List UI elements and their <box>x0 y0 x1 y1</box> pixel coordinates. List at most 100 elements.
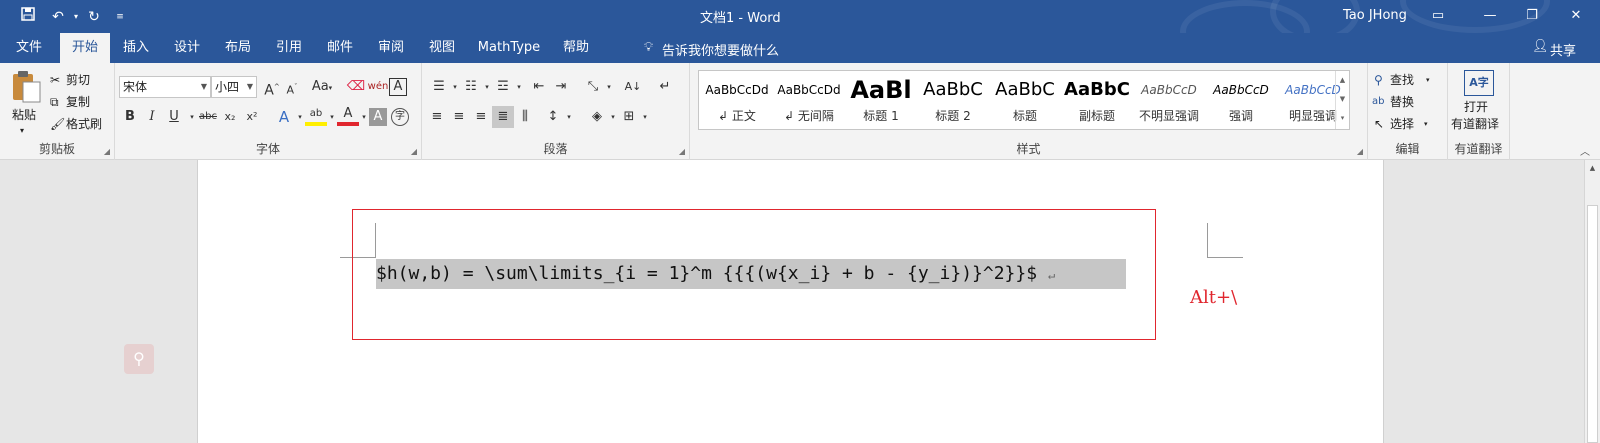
launcher-icon[interactable]: ◢ <box>104 147 110 156</box>
find-button[interactable]: 查找 <box>1390 70 1414 90</box>
style-name: 强调 <box>1228 109 1253 123</box>
launcher-icon[interactable]: ◢ <box>679 147 685 156</box>
chevron-down-icon[interactable]: ▾ <box>20 121 24 141</box>
search-icon[interactable]: ⚲ <box>124 344 154 374</box>
style-emphasis[interactable]: AaBbCcD 强调 <box>1205 71 1277 129</box>
scroll-thumb[interactable] <box>1587 205 1598 443</box>
tab-insert[interactable]: 插入 <box>114 33 158 63</box>
restore-icon[interactable]: ❐ <box>1518 6 1546 26</box>
character-border-button[interactable]: A <box>389 78 407 96</box>
superscript-button[interactable]: x² <box>241 106 263 128</box>
clear-format-icon[interactable]: ⌫ <box>345 76 367 98</box>
strikethrough-button[interactable]: abc <box>195 106 221 128</box>
replace-button[interactable]: 替换 <box>1390 92 1414 112</box>
save-icon[interactable] <box>18 7 38 27</box>
align-center-icon[interactable]: ≡ <box>448 106 470 128</box>
tab-help[interactable]: 帮助 <box>554 33 598 63</box>
tab-view[interactable]: 视图 <box>420 33 464 63</box>
launcher-icon[interactable]: ◢ <box>411 147 417 156</box>
format-painter-button[interactable]: 格式刷 <box>66 114 102 134</box>
copy-icon[interactable]: ⧉ <box>50 92 59 112</box>
tab-design[interactable]: 设计 <box>165 33 209 63</box>
chevron-down-icon[interactable]: ▾ <box>1426 70 1430 90</box>
cut-button[interactable]: 剪切 <box>66 70 90 90</box>
user-name[interactable]: Tao JHong <box>1343 8 1407 23</box>
italic-button[interactable]: I <box>141 106 163 128</box>
styles-scroll[interactable]: ▲ ▼ ▾ <box>1335 71 1349 129</box>
customize-icon[interactable]: ≡ <box>110 7 130 27</box>
style-preview: AaBbCcDd <box>705 83 769 97</box>
youdao-translate-button[interactable]: 有道翻译 <box>1451 114 1499 134</box>
font-name-combo[interactable]: 宋体 ▼ <box>119 76 211 98</box>
cursor-icon[interactable]: ↖ <box>1374 114 1384 134</box>
justify-icon[interactable]: ≣ <box>492 106 514 128</box>
launcher-icon[interactable]: ◢ <box>1357 147 1363 156</box>
close-icon[interactable]: ✕ <box>1562 6 1590 26</box>
minimize-icon[interactable]: — <box>1476 6 1504 26</box>
ribbon: 粘贴 ▾ ✂ 剪切 ⧉ 复制 🖌︎ 格式刷 剪贴板 ◢ 宋体 ▼ 小四 ▼ A^ A… <box>0 63 1600 160</box>
chevron-down-icon[interactable]: ▾ <box>508 76 530 98</box>
shrink-font-label: A <box>286 83 295 97</box>
tab-home[interactable]: 开始 <box>60 33 110 63</box>
vertical-scrollbar[interactable]: ▲ <box>1584 160 1600 443</box>
scroll-up-icon[interactable]: ▲ <box>1585 160 1600 176</box>
brush-icon[interactable]: 🖌︎ <box>50 114 65 134</box>
paragraph-group: ☰ ▾ ☷ ▾ ☲ ▾ ⇤ ⇥ ⤡ ▾ A↓ ↵ ≡ ≡ ≡ ≣ ⫼ ↕ ▾ ◈… <box>422 63 690 160</box>
translate-icon[interactable]: A字 <box>1464 70 1494 96</box>
shrink-font-button[interactable]: Aˇ <box>281 76 303 98</box>
ribbon-tabs: 文件 开始 插入 设计 布局 引用 邮件 审阅 视图 MathType 帮助 💡… <box>0 33 1600 63</box>
collapse-ribbon-icon[interactable]: ︿ <box>1580 143 1590 158</box>
style-subtitle[interactable]: AaBbC 副标题 <box>1061 71 1133 129</box>
clipboard-group: 粘贴 ▾ ✂ 剪切 ⧉ 复制 🖌︎ 格式刷 剪贴板 ◢ <box>0 63 115 160</box>
editing-group: ⚲ 查找 ▾ ab 替换 ↖ 选择 ▾ 编辑 <box>1368 63 1448 160</box>
chevron-down-icon[interactable]: ▾ <box>634 106 656 128</box>
bold-button[interactable]: B <box>119 106 141 128</box>
character-shading-button[interactable]: A <box>369 108 387 126</box>
style-preview: AaBl <box>850 76 912 104</box>
paragraph-mark: ↵ <box>1047 268 1056 282</box>
enclose-characters-button[interactable]: 字 <box>391 108 409 126</box>
tell-me-box[interactable]: 告诉我你想要做什么 <box>662 40 779 59</box>
style-heading-1[interactable]: AaBl 标题 1 <box>845 71 917 129</box>
equation-text[interactable]: $h(w,b) = \sum\limits_{i = 1}^m {{{(w{x_… <box>376 259 1126 289</box>
phonetic-guide-button[interactable]: wén <box>367 76 389 98</box>
copy-button[interactable]: 复制 <box>66 92 90 112</box>
font-size-combo[interactable]: 小四 ▼ <box>211 76 257 98</box>
style-heading-2[interactable]: AaBbC 标题 2 <box>917 71 989 129</box>
tab-mailings[interactable]: 邮件 <box>318 33 362 63</box>
align-right-icon[interactable]: ≡ <box>470 106 492 128</box>
decrease-indent-icon[interactable]: ⇤ <box>528 76 550 98</box>
sort-icon[interactable]: A↓ <box>622 76 644 98</box>
increase-indent-icon[interactable]: ⇥ <box>550 76 572 98</box>
ribbon-display-icon[interactable]: ▭ <box>1424 6 1452 26</box>
grow-font-button[interactable]: A^ <box>261 76 283 99</box>
subscript-button[interactable]: x₂ <box>219 106 241 128</box>
clipboard-icon[interactable] <box>10 70 42 104</box>
distributed-icon[interactable]: ⫼ <box>514 106 536 128</box>
tab-review[interactable]: 审阅 <box>369 33 413 63</box>
undo-icon[interactable]: ↶ <box>48 7 68 27</box>
chevron-down-icon[interactable]: ▾ <box>66 7 86 27</box>
chevron-down-icon[interactable]: ▾ <box>558 106 580 128</box>
style-name: 标题 <box>1012 109 1037 123</box>
font-size-value: 小四 <box>215 80 240 94</box>
replace-icon[interactable]: ab <box>1372 92 1384 112</box>
search-icon[interactable]: ⚲ <box>1374 70 1383 90</box>
tab-file[interactable]: 文件 <box>8 33 50 63</box>
chevron-down-icon[interactable]: ▾ <box>598 76 620 98</box>
style-no-spacing[interactable]: AaBbCcDd ↲ 无间隔 <box>773 71 845 129</box>
tab-mathtype[interactable]: MathType <box>472 33 546 63</box>
redo-icon[interactable]: ↻ <box>84 7 104 27</box>
style-normal[interactable]: AaBbCcDd ↲ 正文 <box>701 71 773 129</box>
select-button[interactable]: 选择 <box>1390 114 1414 134</box>
style-subtle-emphasis[interactable]: AaBbCcD 不明显强调 <box>1133 71 1205 129</box>
show-marks-icon[interactable]: ↵ <box>654 76 676 98</box>
tab-references[interactable]: 引用 <box>267 33 311 63</box>
align-left-icon[interactable]: ≡ <box>426 106 448 128</box>
tab-layout[interactable]: 布局 <box>216 33 260 63</box>
chevron-down-icon[interactable]: ▾ <box>1424 114 1428 134</box>
share-button[interactable]: 共享 <box>1550 40 1576 59</box>
change-case-button[interactable]: Aa▾ <box>307 76 337 98</box>
style-title[interactable]: AaBbC 标题 <box>989 71 1061 129</box>
scissors-icon[interactable]: ✂ <box>50 70 60 90</box>
